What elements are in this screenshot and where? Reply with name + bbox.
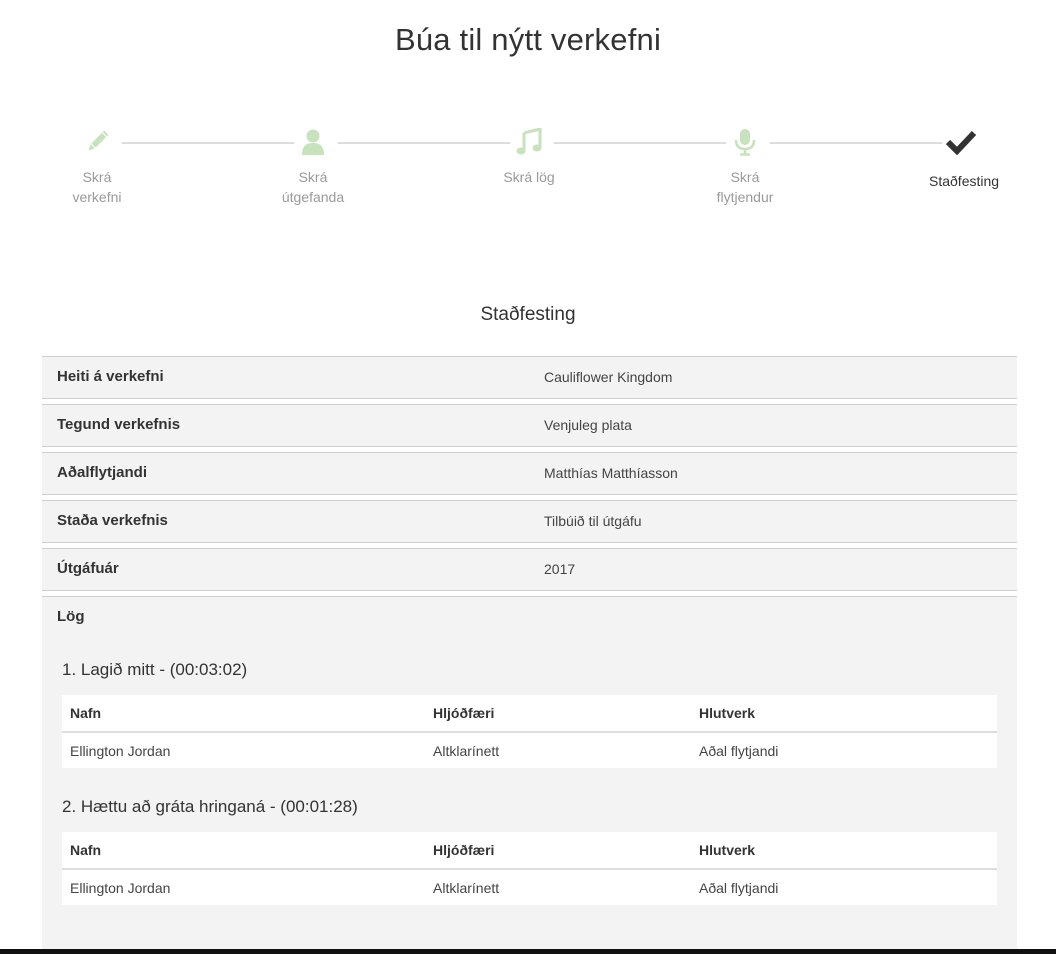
- songs-section: Lög 1. Lagið mitt - (00:03:02) Nafn Hljó…: [42, 596, 1017, 954]
- row-value: 2017: [544, 561, 576, 577]
- column-header-hljodfaeri: Hljóðfæri: [425, 832, 691, 870]
- check-icon: [901, 122, 1021, 162]
- microphone-icon: [685, 122, 805, 162]
- summary-row: Útgáfuár 2017: [42, 548, 1017, 591]
- row-value: Cauliflower Kingdom: [544, 369, 673, 385]
- column-header-hljodfaeri: Hljóðfæri: [425, 695, 691, 733]
- song-item: 2. Hættu að gráta hringaná - (00:01:28) …: [62, 796, 997, 905]
- row-value: Matthías Matthíasson: [544, 465, 678, 481]
- step-skra-log[interactable]: Skrá lög: [469, 122, 589, 187]
- column-header-hlutverk: Hlutverk: [691, 832, 997, 870]
- column-header-nafn: Nafn: [62, 832, 425, 870]
- cell-role: Aðal flytjandi: [699, 742, 779, 759]
- progress-stepper: Skrá verkefni Skrá útgefanda Skrá lög Sk…: [0, 122, 1056, 232]
- step-label: Skrá útgefanda: [281, 169, 345, 205]
- cell-name: Ellington Jordan: [70, 742, 171, 759]
- row-label: Tegund verkefnis: [57, 416, 181, 433]
- column-header-nafn: Nafn: [62, 695, 425, 733]
- song-title: 2. Hættu að gráta hringaná - (00:01:28): [62, 797, 358, 816]
- summary-row: Staða verkefnis Tilbúið til útgáfu: [42, 500, 1017, 543]
- page: Búa til nýtt verkefni Skrá verkefni Skrá…: [0, 0, 1056, 954]
- performers-table: Nafn Hljóðfæri Hlutverk Ellington Jordan…: [62, 695, 997, 768]
- cell-role: Aðal flytjandi: [699, 879, 779, 896]
- step-skra-flytjendur[interactable]: Skrá flytjendur: [685, 122, 805, 207]
- songs-label: Lög: [57, 608, 85, 625]
- row-label: Útgáfuár: [57, 560, 119, 577]
- performers-table: Nafn Hljóðfæri Hlutverk Ellington Jordan…: [62, 832, 997, 905]
- table-header-row: Nafn Hljóðfæri Hlutverk: [62, 695, 997, 733]
- step-label: Skrá lög: [503, 169, 555, 185]
- table-row: Ellington Jordan Altklarínett Aðal flytj…: [62, 732, 997, 768]
- cell-instrument: Altklarínett: [433, 879, 500, 896]
- cell-name: Ellington Jordan: [70, 879, 171, 896]
- step-label: Skrá flytjendur: [716, 169, 774, 205]
- summary-row: Heiti á verkefni Cauliflower Kingdom: [42, 356, 1017, 399]
- pencil-icon: [37, 122, 157, 162]
- page-title: Búa til nýtt verkefni: [394, 22, 662, 57]
- table-row: Ellington Jordan Altklarínett Aðal flytj…: [62, 869, 997, 905]
- step-skra-verkefni[interactable]: Skrá verkefni: [37, 122, 157, 207]
- step-label: Staðfesting: [929, 173, 1000, 189]
- row-label: Staða verkefnis: [57, 512, 168, 529]
- column-header-hlutverk: Hlutverk: [691, 695, 997, 733]
- section-heading: Staðfesting: [480, 304, 576, 325]
- summary-list: Heiti á verkefni Cauliflower Kingdom Teg…: [42, 356, 1017, 954]
- window-bottom-edge: [0, 949, 1056, 954]
- song-title: 1. Lagið mitt - (00:03:02): [62, 660, 248, 679]
- song-item: 1. Lagið mitt - (00:03:02) Nafn Hljóðfær…: [62, 659, 997, 768]
- user-icon: [253, 122, 373, 162]
- step-label: Skrá verkefni: [72, 169, 122, 205]
- row-value: Tilbúið til útgáfu: [544, 513, 642, 529]
- music-icon: [469, 122, 589, 162]
- summary-row: Aðalflytjandi Matthías Matthíasson: [42, 452, 1017, 495]
- summary-row: Tegund verkefnis Venjuleg plata: [42, 404, 1017, 447]
- cell-instrument: Altklarínett: [433, 742, 500, 759]
- row-label: Aðalflytjandi: [57, 464, 148, 481]
- step-stadfesting[interactable]: Staðfesting: [901, 122, 1021, 191]
- row-value: Venjuleg plata: [544, 417, 632, 433]
- row-label: Heiti á verkefni: [57, 368, 164, 385]
- step-skra-utgefanda[interactable]: Skrá útgefanda: [253, 122, 373, 207]
- table-header-row: Nafn Hljóðfæri Hlutverk: [62, 832, 997, 870]
